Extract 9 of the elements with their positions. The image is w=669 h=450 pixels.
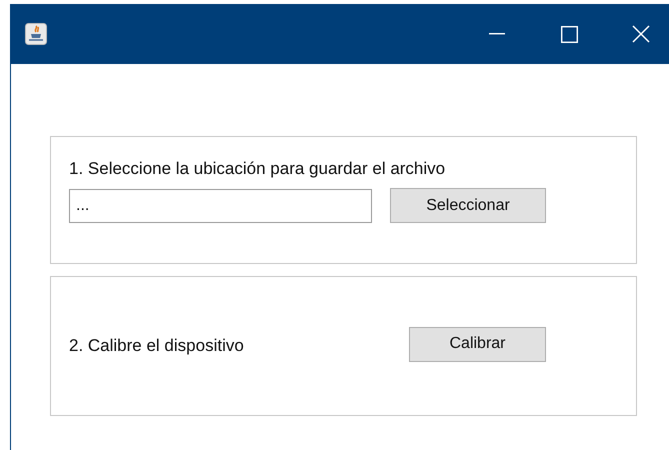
calibrate-button[interactable]: Calibrar	[409, 326, 546, 362]
step-label: 1. Seleccione la ubicación para guardar el archivo	[69, 159, 446, 179]
path-field[interactable]: ...	[69, 188, 372, 222]
close-icon[interactable]	[632, 25, 650, 43]
maximize-icon[interactable]	[560, 26, 578, 42]
select-button[interactable]: Seleccionar	[390, 188, 546, 223]
step-label: 2. Calibre el dispositivo	[69, 336, 245, 356]
minimize-icon[interactable]	[489, 33, 505, 35]
coffee-cup-icon	[25, 23, 47, 45]
